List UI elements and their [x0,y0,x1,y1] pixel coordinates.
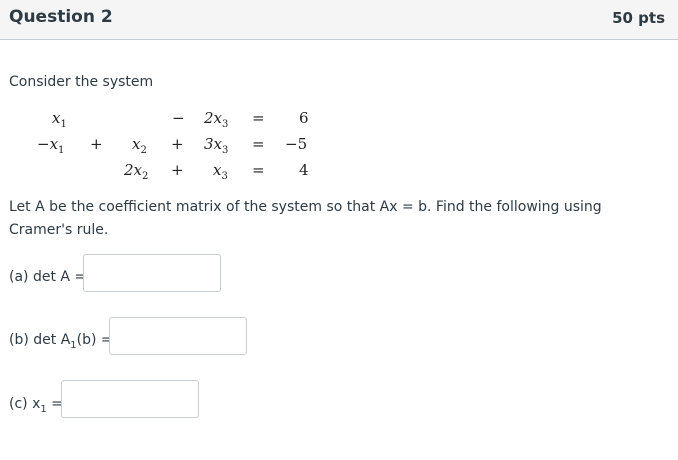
row2-term3: 3x3 [204,135,229,156]
row2-x2: x2 [132,135,147,156]
question-title: Question 2 [9,7,113,27]
question-header: Question 2 50 pts [0,0,678,40]
row1-op2: − [172,109,185,127]
row1-equals: = [252,109,265,127]
row2-x1: −x1 [37,135,65,156]
question-points: 50 pts [612,9,665,27]
row3-rhs: 4 [299,161,309,179]
row1-x1: x1 [52,109,67,130]
part-b-label: (b) det A1(b) = [9,332,113,351]
row2-op1: + [90,135,103,153]
row2-op2: + [171,135,184,153]
question-prompt: Consider the system [9,74,154,90]
row2-equals: = [252,135,265,153]
row3-op2: + [171,161,184,179]
row3-equals: = [252,161,265,179]
instructions-text: Let A be the coefficient matrix of the s… [9,199,602,238]
part-a-answer-input[interactable] [83,254,221,292]
part-c-label: (c) x1 = [9,396,63,415]
row1-term3: 2x3 [204,109,229,130]
part-b-answer-input[interactable] [109,317,247,355]
row1-rhs: 6 [299,109,309,127]
row2-rhs: −5 [285,135,308,153]
row3-term3: x3 [213,161,228,182]
part-c-answer-input[interactable] [61,380,199,418]
row3-x2: 2x2 [124,161,149,182]
part-a-label: (a) det A = [9,269,87,285]
